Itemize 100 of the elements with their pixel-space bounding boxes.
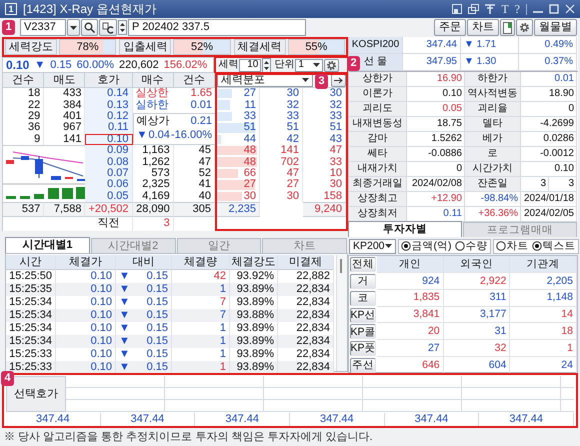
distribution-select[interactable]: 세력분포 xyxy=(217,74,313,86)
close-icon[interactable] xyxy=(565,4,575,14)
arrow-button[interactable] xyxy=(331,74,346,86)
monthly-button[interactable]: 월물별 xyxy=(534,19,577,36)
table-cell: 924 xyxy=(377,273,444,290)
table-cell: 0.10 xyxy=(56,283,116,296)
table-cell: 14 xyxy=(510,306,577,324)
row-button[interactable]: KP선 xyxy=(350,308,376,323)
font-button[interactable]: T xyxy=(501,3,509,15)
field-label: 이론가 xyxy=(349,87,407,102)
help-button[interactable]: ? xyxy=(514,3,520,15)
caret-icon xyxy=(384,244,392,248)
row-button[interactable]: 거 xyxy=(350,274,376,289)
force-label: 세력 xyxy=(218,60,238,70)
unit-label: 단위 xyxy=(274,60,294,70)
index-change: ▼ 1.30 xyxy=(461,54,519,71)
row-button[interactable]: 코 xyxy=(350,290,376,306)
tab[interactable]: 투자자별 xyxy=(348,221,462,237)
field-label: 하한가 xyxy=(465,72,521,87)
field-label: 시간가치 xyxy=(465,162,521,177)
table-cell: 43 xyxy=(303,134,346,145)
table-cell: 27 xyxy=(244,88,256,100)
table-cell: 48 xyxy=(244,145,256,156)
windows-icon[interactable] xyxy=(468,4,480,14)
chart-button[interactable]: 차트 xyxy=(467,19,499,36)
table-cell: 9 xyxy=(3,134,44,145)
index-rate: 0.49% xyxy=(519,37,577,54)
dropdown-button[interactable] xyxy=(67,19,80,36)
settings-button[interactable] xyxy=(516,19,533,36)
table-cell: 44 xyxy=(244,134,256,145)
price-cell: 347.44 xyxy=(384,413,480,426)
panel-icon xyxy=(503,22,512,34)
pin-icon[interactable] xyxy=(485,4,496,14)
meter-value: 78% xyxy=(76,42,99,53)
expected-price: 0.21 xyxy=(190,116,212,127)
field-label: 잔존일 xyxy=(465,177,521,192)
table-cell: 27 xyxy=(260,179,303,191)
row-button[interactable]: 주선 xyxy=(350,358,376,373)
table-cell: 1,262 xyxy=(132,156,174,168)
expected-label: 예상가 xyxy=(136,116,170,127)
caret-icon xyxy=(70,26,77,30)
row-button[interactable]: KP풋 xyxy=(350,341,376,356)
unit-select[interactable]: 1 xyxy=(295,58,324,72)
ask-price: 0.12 xyxy=(85,110,133,122)
table-cell: 11 xyxy=(244,100,256,111)
change-rate: 60.00% xyxy=(76,60,114,70)
table-cell: 31 xyxy=(444,323,510,340)
table-cell: 20 xyxy=(377,323,444,340)
meter-label: 세력강도 xyxy=(5,39,57,55)
callout-badge: 3 xyxy=(315,74,328,89)
meter-label: 체결세력 xyxy=(234,39,286,55)
search-button[interactable] xyxy=(81,19,98,36)
radio-option[interactable]: 수량 xyxy=(454,240,488,252)
table-cell: 36 xyxy=(3,122,44,134)
maximize-icon[interactable] xyxy=(549,4,559,14)
time-cell: 15:25:34 xyxy=(6,309,56,322)
radio-option[interactable]: 텍스트 xyxy=(532,240,576,252)
table-cell: 3,841 xyxy=(377,306,444,324)
tab[interactable]: 시간대별1 xyxy=(5,237,90,253)
code-field[interactable]: V2337 xyxy=(20,19,66,36)
price-cell: 347.44 xyxy=(6,413,101,426)
field-label: 상장최고 xyxy=(349,192,407,207)
spinner-arrows[interactable] xyxy=(262,58,272,72)
market-select[interactable]: KP200 xyxy=(349,238,396,254)
force-count-field[interactable]: 10 xyxy=(239,58,262,72)
table-cell: 48 xyxy=(244,156,256,168)
field-value: 18.90 xyxy=(521,87,577,102)
index-value: 347.95 xyxy=(403,54,461,71)
field-value: -4.2699 xyxy=(521,117,577,132)
table-cell: 22,834 xyxy=(278,309,334,322)
column-header: 미결제 xyxy=(278,255,334,270)
volume-cell: 7 xyxy=(172,309,230,322)
table-cell: 32 xyxy=(444,340,510,357)
caret-icon xyxy=(302,78,309,82)
field-label: 쎄타 xyxy=(349,147,407,162)
meter-label: 입출세력 xyxy=(119,39,172,55)
field-value: 3 xyxy=(549,177,577,192)
table-cell: 10 xyxy=(303,168,346,180)
contract-field[interactable]: P 202402 337.5 xyxy=(128,19,306,36)
layout-icon[interactable] xyxy=(452,4,462,14)
table-cell: 93.88% xyxy=(230,309,278,322)
order-button[interactable]: 주문 xyxy=(434,19,466,36)
index-rate: 0.37% xyxy=(519,54,577,71)
table-cell: 47 xyxy=(303,144,346,156)
field-label: 최종거래일 xyxy=(349,177,407,192)
row-button[interactable]: KP콜 xyxy=(350,324,376,340)
table-cell: 1,148 xyxy=(510,290,577,307)
spinner-arrows[interactable] xyxy=(118,20,127,35)
all-button[interactable]: 전체 xyxy=(350,257,376,272)
down-arrow-sign: ▼ xyxy=(136,130,148,141)
scrollbar[interactable] xyxy=(336,255,347,371)
volume-cell: 1 xyxy=(172,361,230,374)
radio-option[interactable]: 금액(억) xyxy=(400,240,452,252)
table-cell: 30 xyxy=(260,88,303,100)
total-cell: +20,502 xyxy=(85,202,133,217)
radio-option[interactable]: 차트 xyxy=(496,240,529,252)
table-cell: 42 xyxy=(260,134,303,145)
column-header: 체결강도 xyxy=(230,255,278,270)
layout-button[interactable] xyxy=(500,19,515,36)
settings-button[interactable] xyxy=(324,58,340,72)
